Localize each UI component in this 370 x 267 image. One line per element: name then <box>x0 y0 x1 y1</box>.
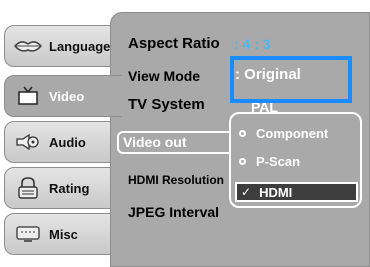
aspect-ratio-label: Aspect Ratio <box>128 35 220 52</box>
option-label: Component <box>256 126 329 141</box>
screen-icon <box>13 223 43 245</box>
tab-misc[interactable]: Misc <box>4 213 116 255</box>
speaker-icon <box>13 131 43 153</box>
option-component[interactable]: Component <box>239 126 328 141</box>
radio-bullet-icon <box>239 130 246 137</box>
tab-rating-label: Rating <box>49 180 90 196</box>
tab-audio-label: Audio <box>49 134 86 150</box>
checkmark-icon: ✓ <box>241 185 252 199</box>
option-hdmi[interactable]: ✓ HDMI <box>235 182 358 202</box>
aspect-ratio-value: : 4 : 3 <box>234 36 271 52</box>
option-p-scan[interactable]: P-Scan <box>239 154 300 169</box>
tab-language[interactable]: Language <box>4 25 116 67</box>
video-out-dropdown[interactable]: Component P-Scan ✓ HDMI <box>229 112 362 208</box>
option-label: HDMI <box>259 184 293 200</box>
lips-icon <box>13 35 43 57</box>
tab-video[interactable]: Video <box>4 75 122 117</box>
tab-video-label: Video <box>49 88 85 104</box>
tab-audio[interactable]: Audio <box>4 121 116 163</box>
focus-highlight <box>230 56 352 103</box>
view-mode-label[interactable]: View Mode <box>128 68 200 84</box>
radio-bullet-icon <box>239 158 246 165</box>
tab-rating[interactable]: Rating <box>4 167 116 209</box>
jpeg-interval-label[interactable]: JPEG Interval <box>128 204 219 220</box>
option-label: P-Scan <box>256 154 301 169</box>
tab-language-label: Language <box>49 38 111 54</box>
lock-icon <box>13 177 43 199</box>
tv-icon <box>13 85 43 107</box>
tab-misc-label: Misc <box>49 226 78 242</box>
tv-system-label[interactable]: TV System <box>128 96 205 113</box>
video-out-item[interactable]: Video out <box>117 131 237 154</box>
hdmi-resolution-label[interactable]: HDMI Resolution <box>128 173 224 187</box>
